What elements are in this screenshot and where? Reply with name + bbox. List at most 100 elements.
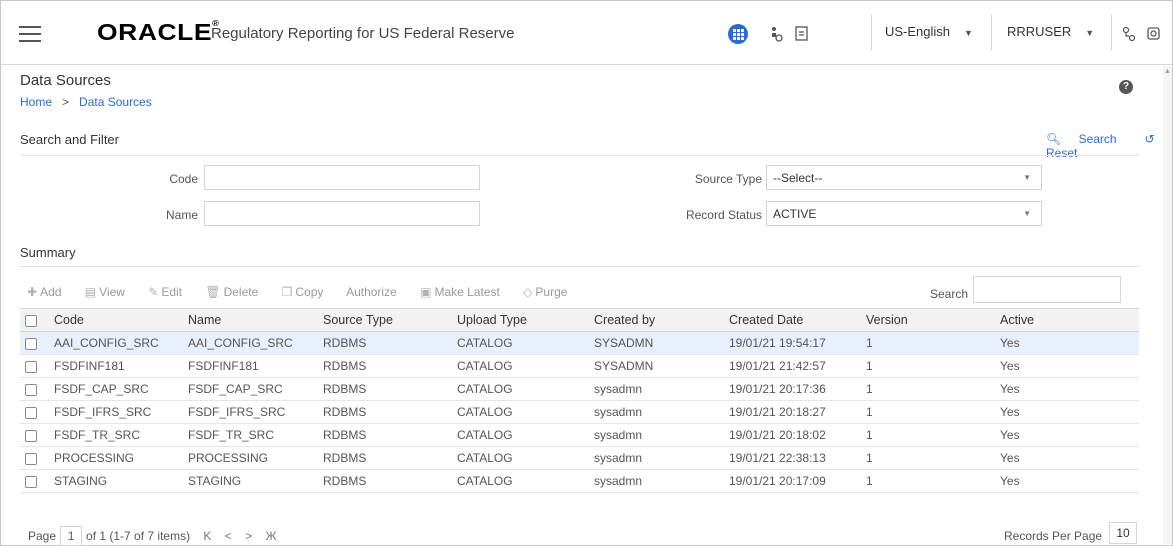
column-header[interactable]: Code bbox=[46, 308, 180, 332]
table-cell: FSDF_TR_SRC bbox=[180, 423, 315, 447]
connections-icon[interactable] bbox=[1121, 25, 1137, 43]
help-icon[interactable]: ? bbox=[1119, 80, 1133, 94]
row-checkbox[interactable] bbox=[25, 429, 37, 442]
breadcrumb-current-link[interactable]: Data Sources bbox=[79, 95, 152, 109]
row-select-cell bbox=[20, 400, 46, 424]
table-cell: CATALOG bbox=[449, 354, 586, 378]
row-checkbox[interactable] bbox=[25, 475, 37, 488]
name-input[interactable] bbox=[204, 201, 480, 226]
row-select-cell bbox=[20, 377, 46, 401]
page-number-input[interactable]: 1 bbox=[60, 526, 83, 546]
table-cell: Yes bbox=[992, 400, 1139, 424]
table-row[interactable]: PROCESSING PROCESSING RDBMS CATALOG sysadmn 1… bbox=[20, 446, 1139, 470]
table-cell: PROCESSING bbox=[180, 446, 315, 470]
row-checkbox[interactable] bbox=[25, 360, 37, 373]
column-header[interactable]: Active bbox=[992, 308, 1139, 332]
table-search-input[interactable] bbox=[973, 276, 1121, 303]
name-label: Name bbox=[165, 208, 198, 222]
hamburger-menu-icon[interactable] bbox=[19, 26, 41, 42]
authorize-button[interactable]: Authorize bbox=[346, 285, 407, 299]
row-checkbox[interactable] bbox=[25, 452, 37, 465]
table-row[interactable]: FSDF_IFRS_SRC FSDF_IFRS_SRC RDBMS CATALOG sy… bbox=[20, 400, 1139, 424]
select-all-checkbox[interactable] bbox=[25, 314, 37, 327]
table-row[interactable]: STAGING STAGING RDBMS CATALOG sysadmn 19/01/2… bbox=[20, 469, 1139, 493]
purge-icon: ◇ bbox=[523, 285, 533, 299]
table-cell: 1 bbox=[858, 446, 992, 470]
data-sources-table: Code Name Source Type Upload Type Create… bbox=[20, 308, 1139, 493]
column-header[interactable]: Created by bbox=[586, 308, 721, 332]
language-selector[interactable]: US-English ▼ bbox=[885, 24, 973, 39]
table-cell: CATALOG bbox=[449, 400, 586, 424]
pagination: Page 1 of 1 (1-7 of 7 items) K < > Ж bbox=[28, 526, 277, 546]
make-latest-button[interactable]: ▣ Make Latest bbox=[420, 285, 510, 299]
page-count-text: of 1 (1-7 of 7 items) bbox=[86, 529, 191, 543]
row-checkbox[interactable] bbox=[25, 383, 37, 396]
record-status-select[interactable]: ACTIVE ▼ bbox=[766, 201, 1042, 226]
table-row[interactable]: FSDF_TR_SRC FSDF_TR_SRC RDBMS CATALOG sysadm… bbox=[20, 423, 1139, 447]
view-button[interactable]: ▤ View bbox=[85, 285, 135, 299]
chevron-down-icon: ▼ bbox=[1085, 27, 1095, 38]
table-row[interactable]: FSDFINF181 FSDFINF181 RDBMS CATALOG SYSADMN 1… bbox=[20, 354, 1139, 378]
purge-button[interactable]: ◇ Purge bbox=[523, 285, 577, 299]
table-cell: 19/01/21 20:18:02 bbox=[721, 423, 858, 447]
page-label: Page bbox=[28, 529, 57, 543]
table-cell: CATALOG bbox=[449, 423, 586, 447]
code-label: Code bbox=[169, 172, 198, 186]
column-header[interactable]: Name bbox=[180, 308, 315, 332]
table-cell: 19/01/21 21:42:57 bbox=[721, 354, 858, 378]
top-header: ORACLE® Regulatory Reporting for US Fede… bbox=[1, 1, 1172, 65]
window-icon[interactable] bbox=[1146, 25, 1162, 43]
records-per-page-input[interactable]: 10 bbox=[1109, 522, 1137, 544]
table-row[interactable]: FSDF_CAP_SRC FSDF_CAP_SRC RDBMS CATALOG sysa… bbox=[20, 377, 1139, 401]
table-cell: 19/01/21 19:54:17 bbox=[721, 331, 858, 355]
column-header[interactable]: Version bbox=[858, 308, 992, 332]
first-page-icon[interactable]: K bbox=[203, 529, 211, 543]
copy-button[interactable]: ❐ Copy bbox=[282, 285, 334, 299]
column-header[interactable]: Created Date bbox=[721, 308, 858, 332]
table-cell: 1 bbox=[858, 423, 992, 447]
column-header[interactable]: Source Type bbox=[315, 308, 449, 332]
copy-icon: ❐ bbox=[281, 285, 293, 299]
table-header-row: Code Name Source Type Upload Type Create… bbox=[20, 308, 1139, 332]
table-row[interactable]: AAI_CONFIG_SRC AAI_CONFIG_SRC RDBMS CATALOG… bbox=[20, 331, 1139, 355]
table-cell: FSDF_CAP_SRC bbox=[46, 377, 180, 401]
user-menu[interactable]: RRRUSER ▼ bbox=[1007, 24, 1094, 39]
app-title: Regulatory Reporting for US Federal Rese… bbox=[211, 25, 515, 42]
breadcrumb-home-link[interactable]: Home bbox=[20, 95, 52, 109]
table-cell: 19/01/21 20:17:36 bbox=[721, 377, 858, 401]
next-page-icon[interactable]: > bbox=[245, 529, 252, 543]
table-cell: AAI_CONFIG_SRC bbox=[46, 331, 180, 355]
prev-page-icon[interactable]: < bbox=[225, 529, 232, 543]
table-cell: SYSADMN bbox=[586, 331, 721, 355]
records-per-page-label: Records Per Page bbox=[1004, 529, 1103, 543]
document-icon[interactable] bbox=[794, 25, 810, 43]
apps-grid-icon[interactable] bbox=[728, 24, 748, 44]
table-cell: FSDF_IFRS_SRC bbox=[180, 400, 315, 424]
header-divider bbox=[871, 15, 872, 51]
table-cell: FSDFINF181 bbox=[46, 354, 180, 378]
summary-title: Summary bbox=[20, 245, 76, 260]
summary-toolbar: ✚ Add ▤ View ✎ Edit 🗑︎ Delete ❐ Copy Authoriz… bbox=[27, 285, 587, 299]
row-select-cell bbox=[20, 446, 46, 470]
user-accessibility-icon[interactable] bbox=[768, 25, 784, 43]
scroll-up-icon[interactable]: ▲ bbox=[1164, 68, 1171, 75]
code-input[interactable] bbox=[204, 165, 480, 190]
table-search-label: Search bbox=[930, 287, 969, 301]
table-cell: CATALOG bbox=[449, 446, 586, 470]
table-cell: sysadmn bbox=[586, 446, 721, 470]
add-button[interactable]: ✚ Add bbox=[27, 285, 71, 299]
search-button[interactable]: 🔍︎ Search bbox=[1046, 132, 1131, 146]
column-header[interactable]: Upload Type bbox=[449, 308, 586, 332]
table-cell: FSDFINF181 bbox=[180, 354, 315, 378]
table-cell: Yes bbox=[992, 331, 1139, 355]
delete-button[interactable]: 🗑︎ Delete bbox=[205, 285, 268, 299]
row-checkbox[interactable] bbox=[25, 406, 37, 419]
source-type-select[interactable]: --Select-- ▼ bbox=[766, 165, 1042, 190]
reset-icon: ↺ bbox=[1144, 132, 1155, 146]
edit-icon: ✎ bbox=[148, 285, 159, 299]
breadcrumb: Home > Data Sources bbox=[20, 95, 152, 109]
last-page-icon[interactable]: Ж bbox=[266, 529, 277, 543]
row-checkbox[interactable] bbox=[25, 337, 37, 350]
edit-button[interactable]: ✎ Edit bbox=[148, 285, 192, 299]
select-all-cell bbox=[20, 308, 46, 332]
